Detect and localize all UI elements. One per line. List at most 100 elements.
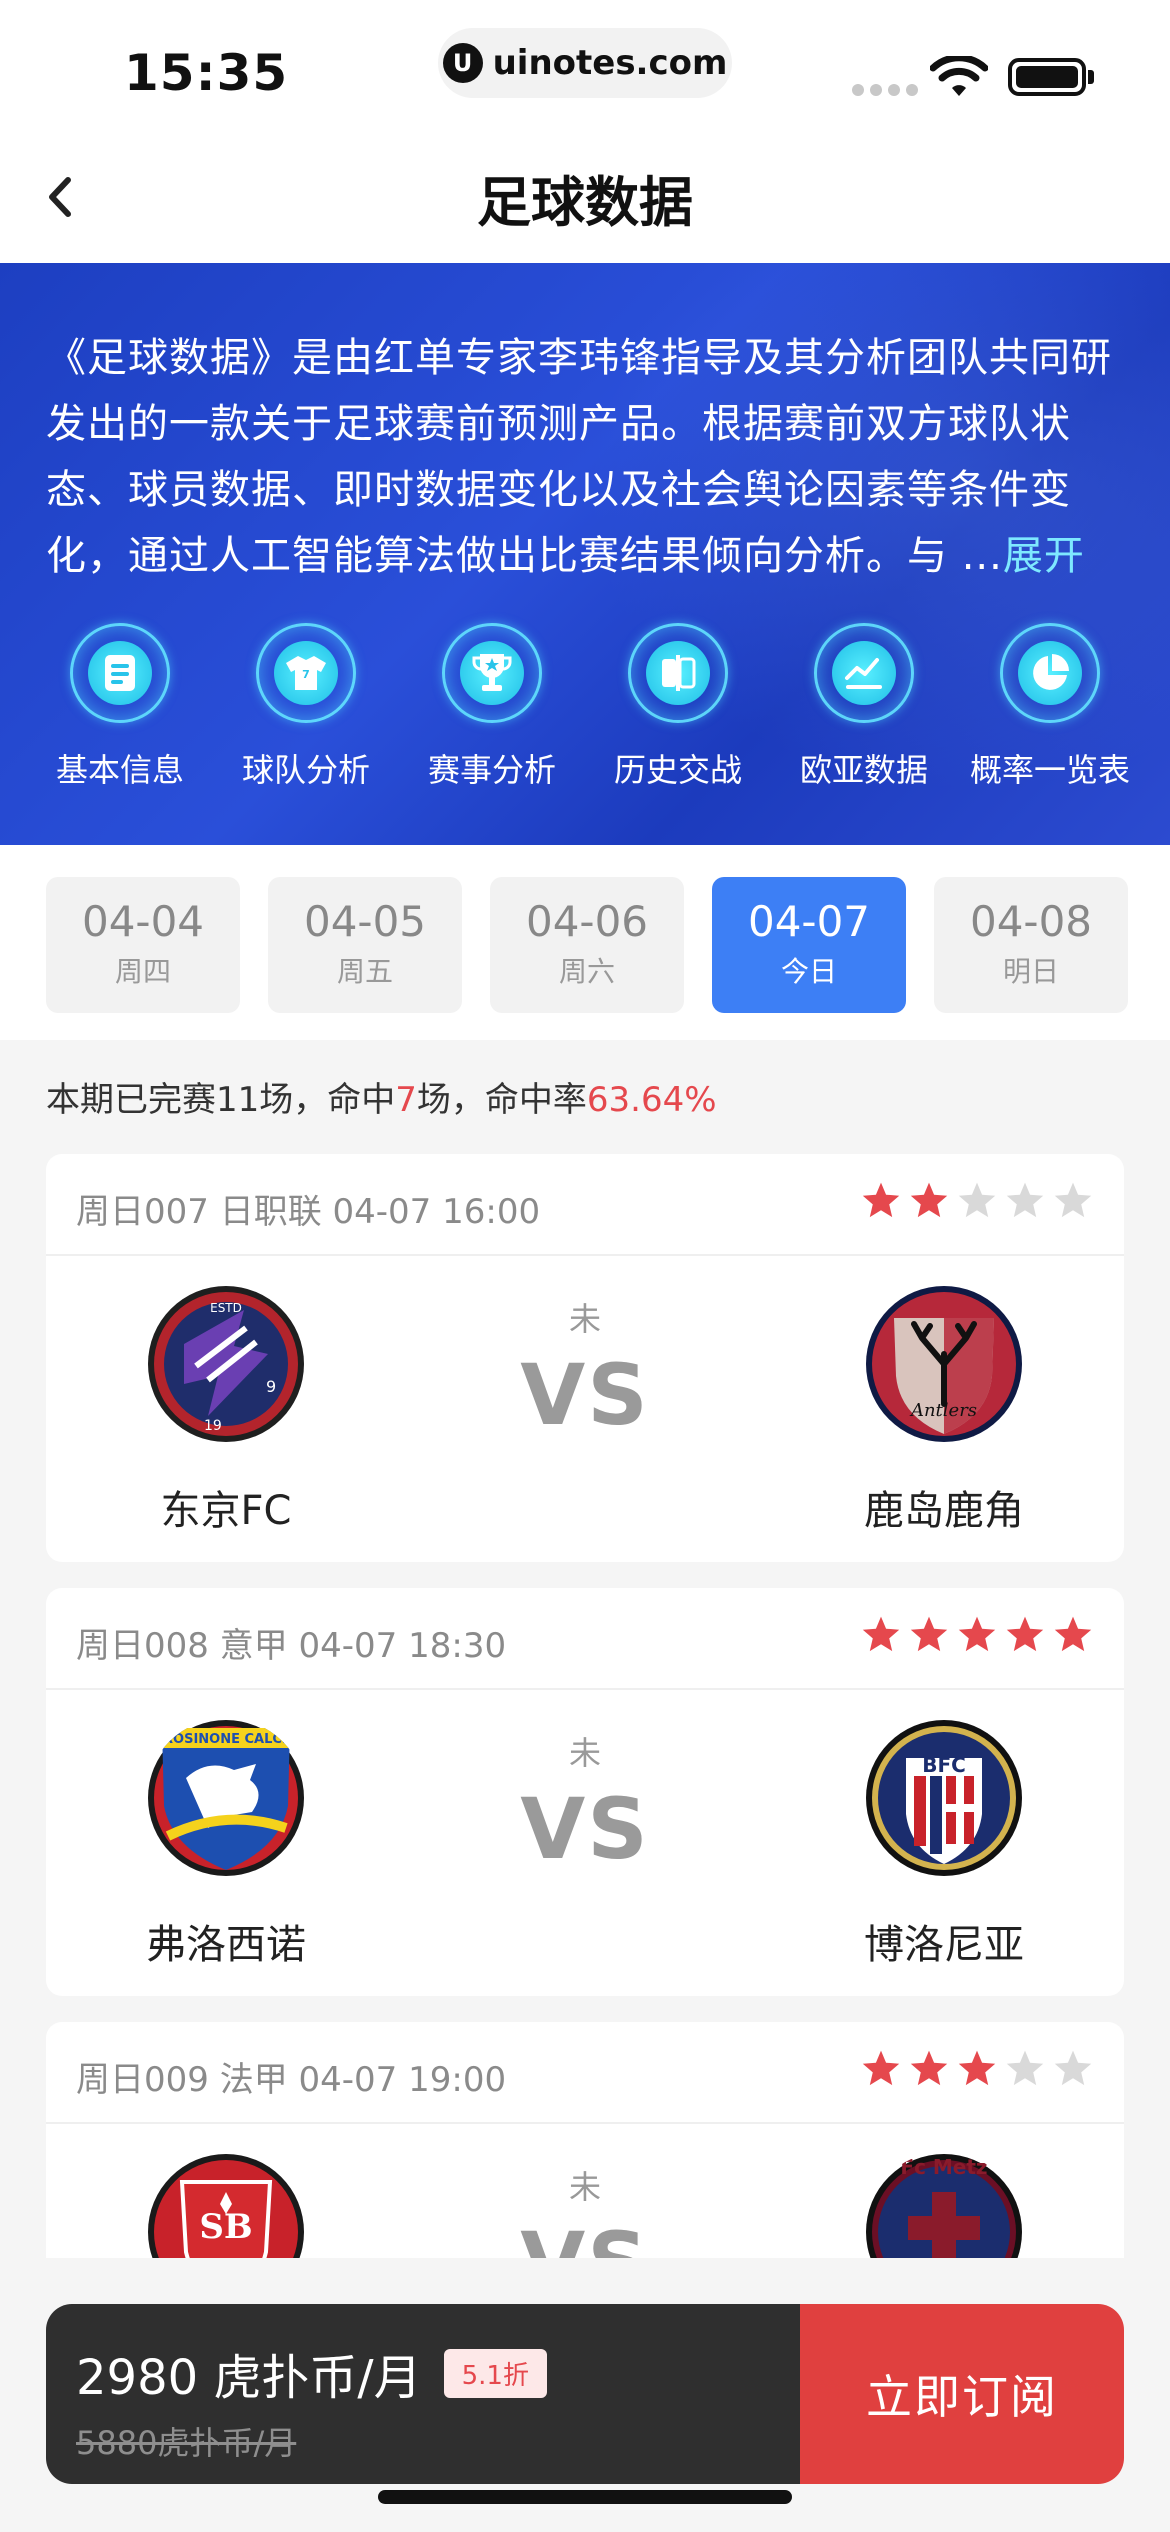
home-indicator (378, 2490, 792, 2504)
nav-bar: 足球数据 (0, 130, 1170, 263)
intro-banner: 《足球数据》是由红单专家李玮锋指导及其分析团队共同研发出的一款关于足球赛前预测产… (0, 263, 1170, 845)
pie-chart-icon (1033, 654, 1069, 690)
match-card[interactable]: 周日008 意甲 04-07 18:30 FROSINONE CALCIO 弗洛… (46, 1588, 1124, 1996)
intro-text: 《足球数据》是由红单专家李玮锋指导及其分析团队共同研发出的一款关于足球赛前预测产… (46, 335, 1112, 579)
star-filled-icon (958, 1616, 996, 1652)
trophy-icon (472, 654, 512, 691)
star-filled-icon (910, 1182, 948, 1218)
date-label: 04-06 (525, 897, 649, 946)
summary-rate: 63.64% (586, 1080, 717, 1120)
star-filled-icon (958, 2050, 996, 2086)
battery-cap (1088, 70, 1094, 84)
jersey-icon: 7 (286, 656, 326, 690)
away-team: Antlers 鹿岛鹿角 (814, 1284, 1074, 1536)
date-tab-0406[interactable]: 04-06 周六 (490, 877, 684, 1013)
url-pill[interactable]: U uinotes.com (438, 28, 732, 98)
wifi-icon (930, 56, 988, 96)
hit-rate-summary: 本期已完赛11场，命中7场，命中率63.64% (46, 1072, 717, 1121)
svg-text:BFC: BFC (922, 1753, 966, 1777)
home-team-name: 弗洛西诺 (146, 1922, 306, 1968)
star-filled-icon (862, 2050, 900, 2086)
feature-history[interactable]: 历史交战 (588, 623, 768, 791)
match-header: 周日007 日职联 04-07 16:00 (46, 1154, 1124, 1256)
chart-line-icon (845, 658, 882, 689)
feature-team-analysis[interactable]: 7 球队分析 (216, 623, 396, 791)
team-crest-icon: BFC (866, 1720, 1022, 1876)
status-bar: 15:35 U uinotes.com (0, 0, 1170, 130)
url-text: uinotes.com (492, 43, 728, 83)
status-time: 15:35 (124, 44, 289, 102)
star-empty-icon (1054, 2050, 1092, 2086)
date-tab-0405[interactable]: 04-05 周五 (268, 877, 462, 1013)
svg-text:Antlers: Antlers (909, 1400, 977, 1421)
star-filled-icon (1006, 1616, 1044, 1652)
star-empty-icon (1006, 2050, 1044, 2086)
weekday-label: 今日 (780, 955, 837, 988)
away-team-name: 鹿岛鹿角 (864, 1488, 1024, 1534)
expand-link[interactable]: 展开 (1003, 533, 1085, 579)
feature-odds-data[interactable]: 欧亚数据 (774, 623, 954, 791)
star-filled-icon (862, 1182, 900, 1218)
date-tabs: 04-04 周四 04-05 周五 04-06 周六 04-07 今日 04-0… (0, 845, 1170, 1040)
match-card[interactable]: 周日009 法甲 04-07 19:00 SB 未 VS (46, 2022, 1124, 2258)
date-tab-0404[interactable]: 04-04 周四 (46, 877, 240, 1013)
away-team: BFC 博洛尼亚 (814, 1718, 1074, 1970)
svg-text:7: 7 (302, 668, 310, 681)
feature-label: 赛事分析 (427, 751, 556, 789)
match-card[interactable]: 周日007 日职联 04-07 16:00 ESTD 9 19 东京FC 未 V… (46, 1154, 1124, 1562)
feature-basic-info[interactable]: 基本信息 (30, 623, 210, 791)
svg-text:Fc Metz: Fc Metz (900, 2155, 987, 2179)
away-team: Fc Metz (814, 2152, 1074, 2258)
home-team-name: 东京FC (160, 1488, 292, 1534)
page-title: 足球数据 (477, 171, 693, 234)
match-list: 周日007 日职联 04-07 16:00 ESTD 9 19 东京FC 未 V… (0, 1150, 1170, 2258)
price-text: 2980 虎扑币/月 (76, 2350, 422, 2406)
star-empty-icon (1054, 1182, 1092, 1218)
star-rating (860, 1614, 1094, 1656)
star-filled-icon (862, 1616, 900, 1652)
weekday-label: 周五 (336, 955, 393, 988)
intro-text-block: 《足球数据》是由红单专家李玮锋指导及其分析团队共同研发出的一款关于足球赛前预测产… (46, 325, 1136, 589)
match-meta: 周日008 意甲 04-07 18:30 (76, 1626, 507, 1666)
date-tab-0407[interactable]: 04-07 今日 (712, 877, 906, 1013)
team-crest-icon: Fc Metz (866, 2154, 1022, 2258)
star-empty-icon (958, 1182, 996, 1218)
date-label: 04-04 (81, 897, 205, 946)
star-rating (860, 1180, 1094, 1222)
date-tab-0408[interactable]: 04-08 明日 (934, 877, 1128, 1013)
star-filled-icon (910, 2050, 948, 2086)
star-empty-icon (1006, 1182, 1044, 1218)
discount-badge: 5.1折 (443, 2348, 547, 2398)
battery-icon (1008, 58, 1086, 96)
star-filled-icon (1054, 1616, 1092, 1652)
document-icon (105, 655, 135, 691)
subscribe-bar: 2980 虎扑币/月 5.1折 5880虎扑币/月 立即订阅 (46, 2304, 1124, 2484)
summary-prefix: 本期已完赛11场，命中 (46, 1080, 396, 1120)
split-icon (662, 655, 696, 691)
feature-label: 球队分析 (241, 751, 370, 789)
match-meta: 周日007 日职联 04-07 16:00 (76, 1192, 541, 1232)
subscribe-button[interactable]: 立即订阅 (800, 2304, 1124, 2484)
summary-hits: 7 (395, 1080, 417, 1120)
date-label: 04-07 (747, 897, 871, 946)
weekday-label: 明日 (1002, 955, 1059, 988)
site-logo-icon: U (442, 43, 483, 83)
feature-label: 概率一览表 (969, 751, 1130, 789)
date-label: 04-08 (969, 897, 1093, 946)
weekday-label: 周四 (114, 955, 171, 988)
summary-mid: 场，命中率 (416, 1080, 587, 1120)
match-meta: 周日009 法甲 04-07 19:00 (76, 2060, 507, 2100)
feature-match-analysis[interactable]: 赛事分析 (402, 623, 582, 791)
feature-probability[interactable]: 概率一览表 (960, 623, 1140, 791)
price-box: 2980 虎扑币/月 5.1折 5880虎扑币/月 (46, 2304, 800, 2484)
feature-label: 欧亚数据 (799, 751, 928, 789)
star-filled-icon (910, 1616, 948, 1652)
match-header: 周日009 法甲 04-07 19:00 (46, 2022, 1124, 2124)
original-price: 5880虎扑币/月 (76, 2424, 297, 2462)
weekday-label: 周六 (558, 955, 615, 988)
match-header: 周日008 意甲 04-07 18:30 (46, 1588, 1124, 1690)
feature-list: 基本信息 7 球队分析 赛事分析 历史交战 欧亚数据 概率一览表 (30, 623, 1140, 791)
feature-label: 基本信息 (55, 751, 184, 789)
cellular-signal-icon (852, 84, 918, 96)
price-row: 2980 虎扑币/月 5.1折 (76, 2338, 547, 2408)
